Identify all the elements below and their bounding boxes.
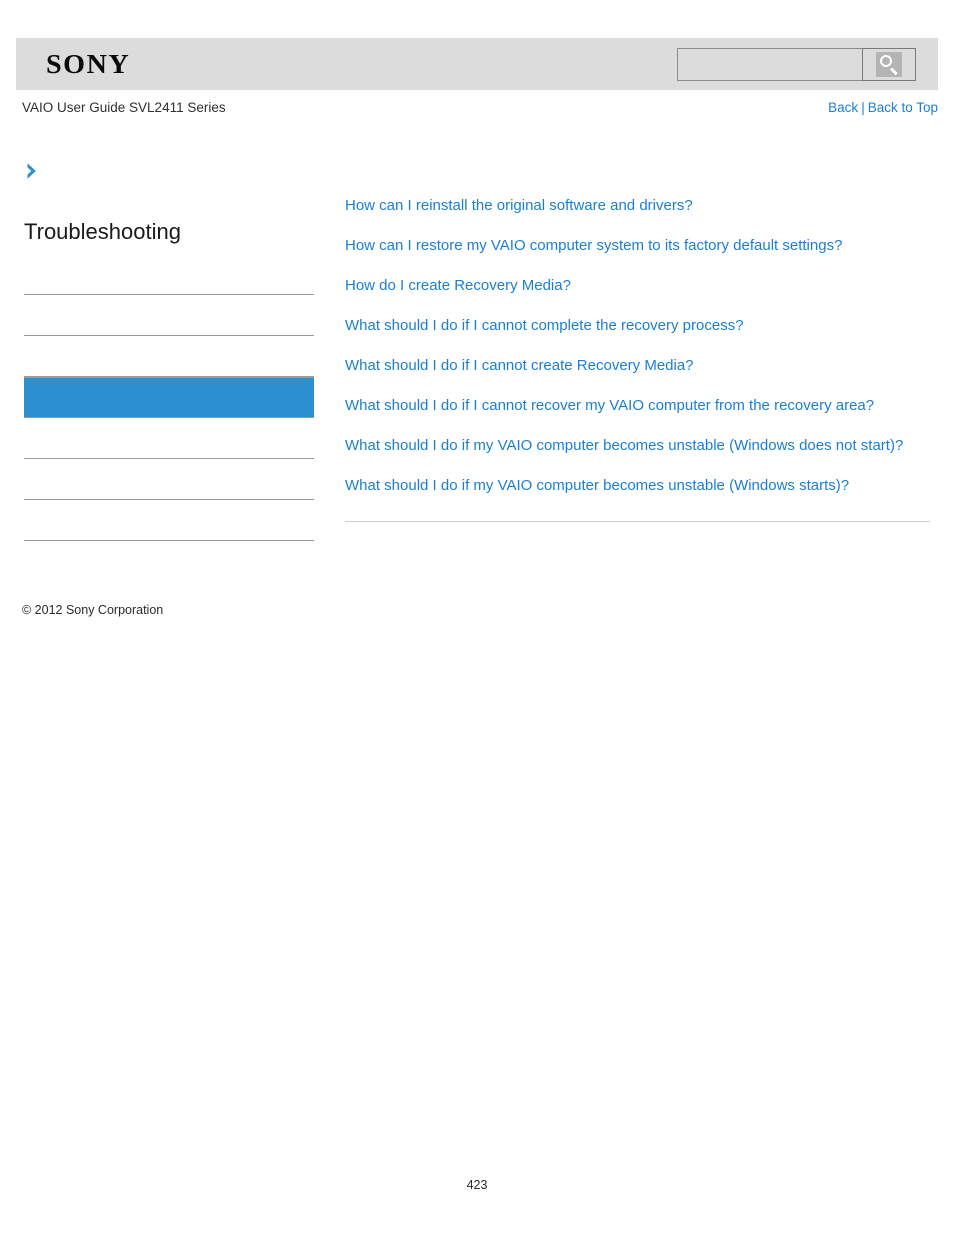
page-title: VAIO User Guide SVL2411 Series: [22, 100, 226, 115]
copyright-text: © 2012 Sony Corporation: [22, 603, 164, 617]
search-area: [677, 48, 916, 81]
sidebar-item-0[interactable]: [24, 254, 314, 295]
header-band: SONY: [16, 38, 938, 90]
sidebar-item-label: [24, 500, 314, 511]
faq-link-3[interactable]: What should I do if I cannot complete th…: [345, 317, 744, 334]
chevron-right-icon: [27, 163, 36, 179]
page-number: 423: [466, 1178, 488, 1192]
sidebar-item-1[interactable]: [24, 295, 314, 336]
sidebar-item-5[interactable]: [24, 459, 314, 500]
sidebar-item-label: [24, 254, 314, 265]
sidebar-nav-list: [24, 254, 314, 541]
list-item: What should I do if my VAIO computer bec…: [345, 476, 930, 496]
title-row: VAIO User Guide SVL2411 Series Back | Back…: [16, 100, 938, 122]
nav-separator: |: [861, 100, 865, 115]
sony-logo: SONY: [46, 49, 131, 79]
list-item: What should I do if I cannot complete th…: [345, 316, 930, 336]
faq-link-7[interactable]: What should I do if my VAIO computer bec…: [345, 477, 849, 494]
content-link-list: How can I reinstall the original softwar…: [345, 196, 930, 516]
sidebar-item-label: [24, 459, 314, 470]
list-item: What should I do if my VAIO computer bec…: [345, 436, 930, 456]
list-item: What should I do if I cannot recover my …: [345, 396, 930, 416]
content-bottom-divider: [345, 521, 930, 522]
search-input[interactable]: [677, 48, 862, 81]
list-item: How do I create Recovery Media?: [345, 276, 930, 296]
list-item: What should I do if I cannot create Reco…: [345, 356, 930, 376]
faq-link-0[interactable]: How can I reinstall the original softwar…: [345, 197, 693, 214]
sidebar-item-label: [24, 418, 314, 429]
faq-link-6[interactable]: What should I do if my VAIO computer bec…: [345, 437, 903, 454]
list-item: How can I restore my VAIO computer syste…: [345, 236, 930, 256]
back-link[interactable]: Back: [828, 100, 858, 115]
faq-link-4[interactable]: What should I do if I cannot create Reco…: [345, 357, 694, 374]
sidebar-item-label: [24, 336, 314, 347]
sidebar-item-label: [24, 378, 314, 389]
sidebar-item-4[interactable]: [24, 418, 314, 459]
faq-list: How can I reinstall the original softwar…: [345, 196, 930, 496]
back-to-top-link[interactable]: Back to Top: [868, 100, 938, 115]
faq-link-1[interactable]: How can I restore my VAIO computer syste…: [345, 237, 842, 254]
list-item: How can I reinstall the original softwar…: [345, 196, 930, 216]
sidebar-item-label: [24, 295, 314, 306]
faq-link-2[interactable]: How do I create Recovery Media?: [345, 277, 571, 294]
sidebar-item-3-selected[interactable]: [24, 377, 314, 418]
section-heading: Troubleshooting: [24, 219, 181, 244]
sidebar-item-2[interactable]: [24, 336, 314, 377]
search-icon: [876, 52, 902, 77]
search-button[interactable]: [862, 48, 916, 81]
faq-link-5[interactable]: What should I do if I cannot recover my …: [345, 397, 874, 414]
header-nav: Back | Back to Top: [828, 100, 938, 115]
sidebar-item-6[interactable]: [24, 500, 314, 541]
